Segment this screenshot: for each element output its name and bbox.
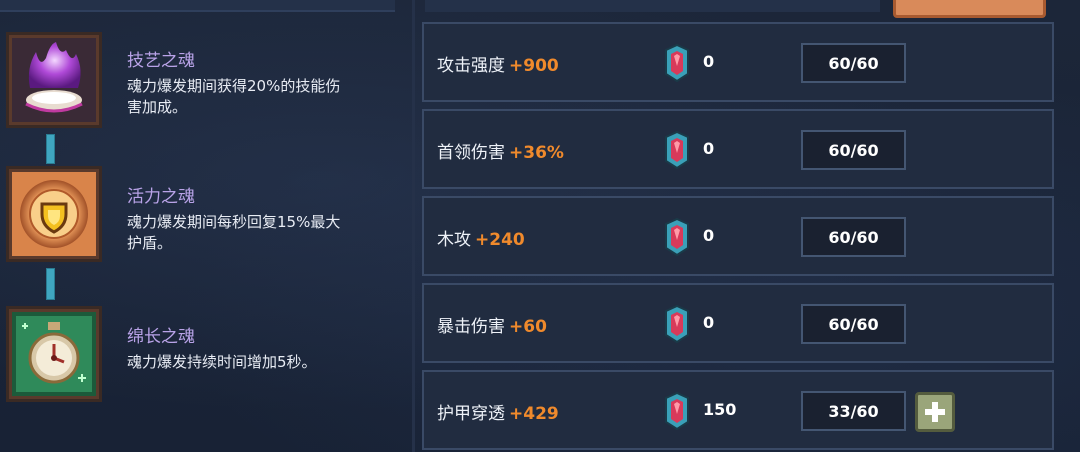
soul-title: 技艺之魂: [127, 51, 195, 71]
stat-row: 护甲穿透 +429 150 33/60: [422, 370, 1054, 450]
soul-item[interactable]: 活力之魂 魂力爆发期间每秒回复15%最大 护盾。: [0, 166, 400, 266]
plus-icon: [925, 402, 945, 422]
stat-name: 木攻 +240: [437, 225, 525, 250]
stat-label: 护甲穿透: [437, 404, 505, 424]
soul-item[interactable]: 技艺之魂 魂力爆发期间获得20%的技能伤 害加成。: [0, 32, 400, 132]
stat-label: 攻击强度: [437, 56, 505, 76]
soul-gem-icon: [662, 304, 692, 344]
soul-gem-icon: [662, 43, 692, 83]
stat-bonus: +900: [509, 56, 559, 76]
soul-description-line: 护盾。: [127, 234, 173, 252]
stat-bonus: +429: [509, 404, 559, 424]
upgrade-cost: 0: [703, 52, 715, 71]
stat-name: 攻击强度 +900: [437, 51, 559, 76]
upgrade-cost: 0: [703, 313, 715, 332]
stat-name: 首领伤害 +36%: [437, 138, 564, 163]
golden-shield-icon: [6, 166, 102, 262]
soul-gem-icon: [662, 130, 692, 170]
soul-description-line: 魂力爆发期间每秒回复15%最大: [127, 213, 341, 231]
soul-description: 魂力爆发期间获得20%的技能伤 害加成。: [127, 76, 387, 118]
soul-description: 魂力爆发持续时间增加5秒。: [127, 352, 387, 373]
stat-row: 木攻 +240 0 60/60: [422, 196, 1054, 276]
upgrade-plus-button[interactable]: [915, 392, 955, 432]
stat-row: 暴击伤害 +60 0 60/60: [422, 283, 1054, 363]
stat-level: 60/60: [801, 217, 906, 257]
soul-description-line: 害加成。: [127, 98, 188, 116]
top-action-button[interactable]: [893, 0, 1046, 18]
soul-title: 绵长之魂: [127, 327, 195, 347]
stat-level: 60/60: [801, 130, 906, 170]
stat-row: 首领伤害 +36% 0 60/60: [422, 109, 1054, 189]
stat-level: 33/60: [801, 391, 906, 431]
soul-item[interactable]: 绵长之魂 魂力爆发持续时间增加5秒。: [0, 302, 400, 402]
stat-label: 暴击伤害: [437, 317, 505, 337]
stat-bonus: +240: [475, 230, 525, 250]
stat-bonus: +60: [509, 317, 547, 337]
stat-row: 攻击强度 +900 0 60/60: [422, 22, 1054, 102]
soul-title: 活力之魂: [127, 187, 195, 207]
green-stopwatch-icon: [6, 306, 102, 402]
stat-name: 护甲穿透 +429: [437, 399, 559, 424]
soul-connector: [46, 268, 55, 300]
upgrade-cost: 0: [703, 226, 715, 245]
stat-level: 60/60: [801, 43, 906, 83]
soul-description-line: 魂力爆发期间获得20%的技能伤: [127, 77, 341, 95]
stat-name: 暴击伤害 +60: [437, 312, 547, 337]
stat-label: 木攻: [437, 230, 471, 250]
soul-gem-icon: [662, 217, 692, 257]
upgrade-cost: 150: [703, 400, 737, 419]
panel-divider: [412, 0, 415, 452]
soul-connector: [46, 134, 55, 164]
stat-bonus: +36%: [509, 143, 564, 163]
purple-flame-icon: [6, 32, 102, 128]
stat-label: 首领伤害: [437, 143, 505, 163]
stat-level: 60/60: [801, 304, 906, 344]
soul-gem-icon: [662, 391, 692, 431]
left-panel-header: [0, 0, 395, 12]
soul-description: 魂力爆发期间每秒回复15%最大 护盾。: [127, 212, 387, 254]
soul-description-line: 魂力爆发持续时间增加5秒。: [127, 353, 317, 371]
right-panel-header: [425, 0, 880, 12]
upgrade-cost: 0: [703, 139, 715, 158]
